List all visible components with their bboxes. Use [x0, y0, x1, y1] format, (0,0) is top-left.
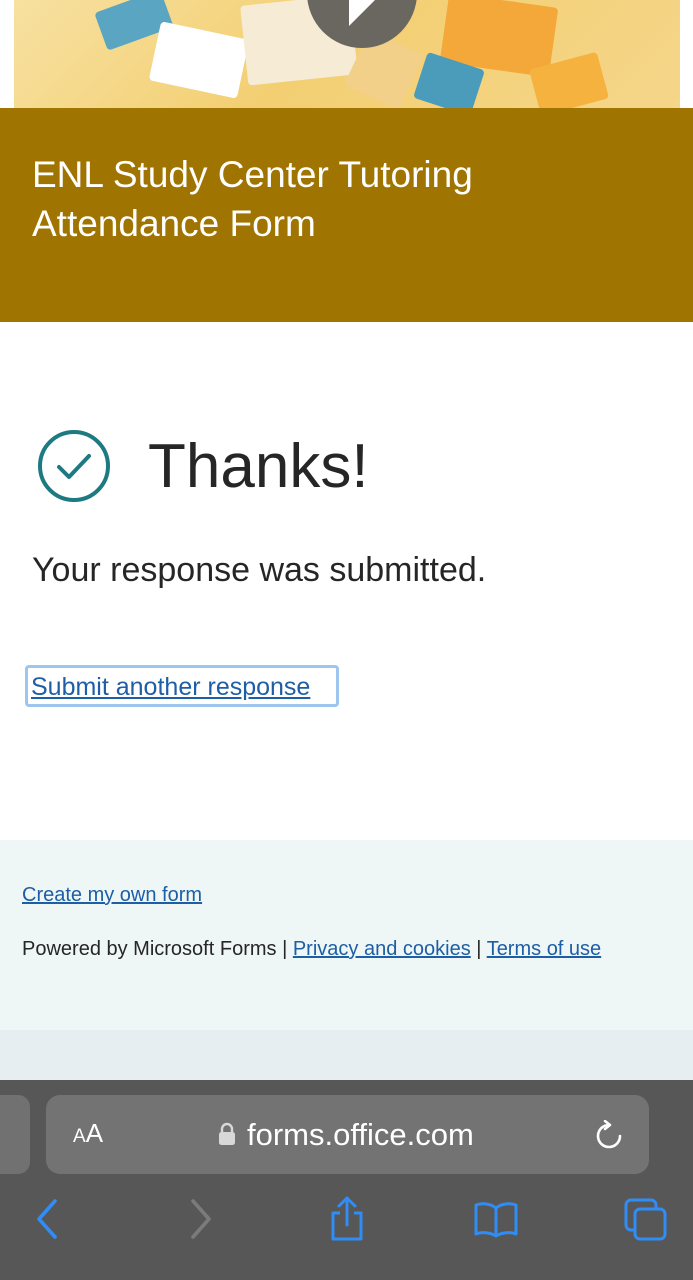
footer-separator: | — [282, 938, 288, 960]
banner-margin — [0, 0, 14, 108]
header-banner-image — [14, 0, 680, 108]
url-text[interactable]: forms.office.com — [247, 1114, 474, 1156]
privacy-and-cookies-link[interactable]: Privacy and cookies — [293, 938, 471, 960]
lock-icon — [219, 1122, 235, 1145]
text-size-label-small: A — [73, 1126, 86, 1147]
submitted-message: Your response was submitted. — [32, 551, 487, 589]
tabs-icon[interactable] — [624, 1198, 668, 1242]
text-size-button[interactable]: AA — [73, 1118, 103, 1149]
check-circle-icon — [38, 430, 110, 502]
page-footer — [0, 840, 693, 1030]
banner-margin — [680, 0, 693, 108]
bookmarks-icon[interactable] — [473, 1200, 519, 1238]
thanks-heading: Thanks! — [148, 432, 369, 501]
powered-by-text: Powered by Microsoft Forms — [22, 938, 277, 960]
submit-another-response-link[interactable]: Submit another response — [25, 665, 339, 707]
text-size-label-large: A — [85, 1118, 104, 1148]
play-icon — [349, 0, 375, 26]
terms-of-use-link[interactable]: Terms of use — [487, 938, 601, 960]
form-title: ENL Study Center Tutoring Attendance For… — [32, 154, 473, 244]
reload-icon[interactable] — [594, 1120, 624, 1152]
share-icon[interactable] — [327, 1195, 367, 1243]
banner-book-illustration — [148, 21, 250, 99]
footer-separator: | — [476, 938, 482, 960]
forward-icon[interactable] — [187, 1197, 215, 1241]
footer-bottom-strip — [0, 1030, 693, 1080]
create-my-own-form-link[interactable]: Create my own form — [22, 884, 202, 907]
previous-tab-preview[interactable] — [0, 1095, 30, 1174]
powered-by-line: Powered by Microsoft Forms | Privacy and… — [22, 938, 601, 961]
back-icon[interactable] — [33, 1197, 61, 1241]
